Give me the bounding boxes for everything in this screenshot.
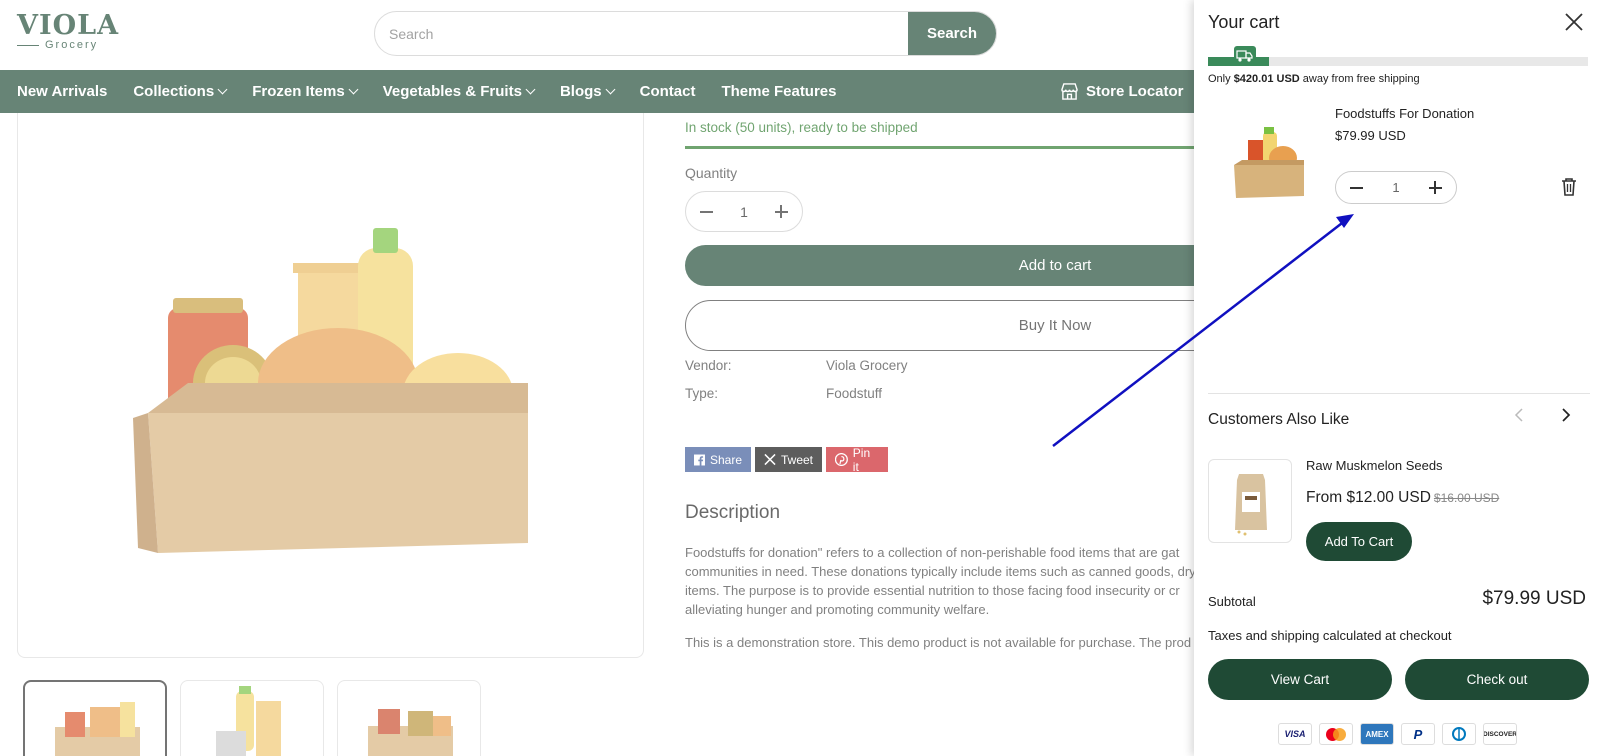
cart-divider [1208,393,1590,394]
cart-drawer: Your cart Only $420.01 USD away from fre… [1194,0,1600,756]
view-cart-button[interactable]: View Cart [1208,659,1392,700]
recommendations-heading: Customers Also Like [1208,411,1350,428]
cart-item-name[interactable]: Foodstuffs For Donation [1335,106,1474,121]
free-shipping-progress [1208,57,1588,66]
cart-item-image[interactable] [1228,120,1308,200]
subtotal-label: Subtotal [1208,594,1256,609]
checkout-button[interactable]: Check out [1405,659,1589,700]
close-icon[interactable] [1564,12,1584,32]
amex-icon: AMEX [1360,723,1394,745]
recommendation-price: From $12.00 USD $16.00 USD [1306,489,1499,507]
truck-icon [1234,46,1256,65]
chevron-left-icon[interactable] [1514,408,1524,422]
visa-icon: VISA [1278,723,1312,745]
cart-item-quantity-stepper: 1 [1335,171,1457,204]
free-shipping-message: Only $420.01 USD away from free shipping [1208,73,1420,85]
recommendation-add-to-cart-button[interactable]: Add To Cart [1306,522,1412,561]
subtotal-value: $79.99 USD [1482,588,1586,609]
drawer-backdrop[interactable] [0,0,1194,756]
minus-icon[interactable] [1350,186,1363,189]
recommendation-compare-price: $16.00 USD [1433,491,1500,505]
chevron-right-icon[interactable] [1561,408,1571,422]
cart-item-price: $79.99 USD [1335,128,1406,143]
plus-icon[interactable] [1428,181,1442,194]
mastercard-icon [1319,723,1353,745]
paypal-icon: P [1401,723,1435,745]
recommendation-name[interactable]: Raw Muskmelon Seeds [1306,458,1443,473]
recommendation-sale-price: From $12.00 USD [1306,489,1431,506]
diners-club-icon [1442,723,1476,745]
discover-icon: DISCOVER [1483,723,1517,745]
trash-icon[interactable] [1561,178,1577,196]
cart-item-quantity[interactable]: 1 [1392,180,1399,195]
payment-icons: VISA AMEX P DISCOVER [1278,723,1517,745]
tax-note: Taxes and shipping calculated at checkou… [1208,628,1452,643]
recommendation-image[interactable] [1208,459,1292,543]
cart-title: Your cart [1208,12,1280,32]
